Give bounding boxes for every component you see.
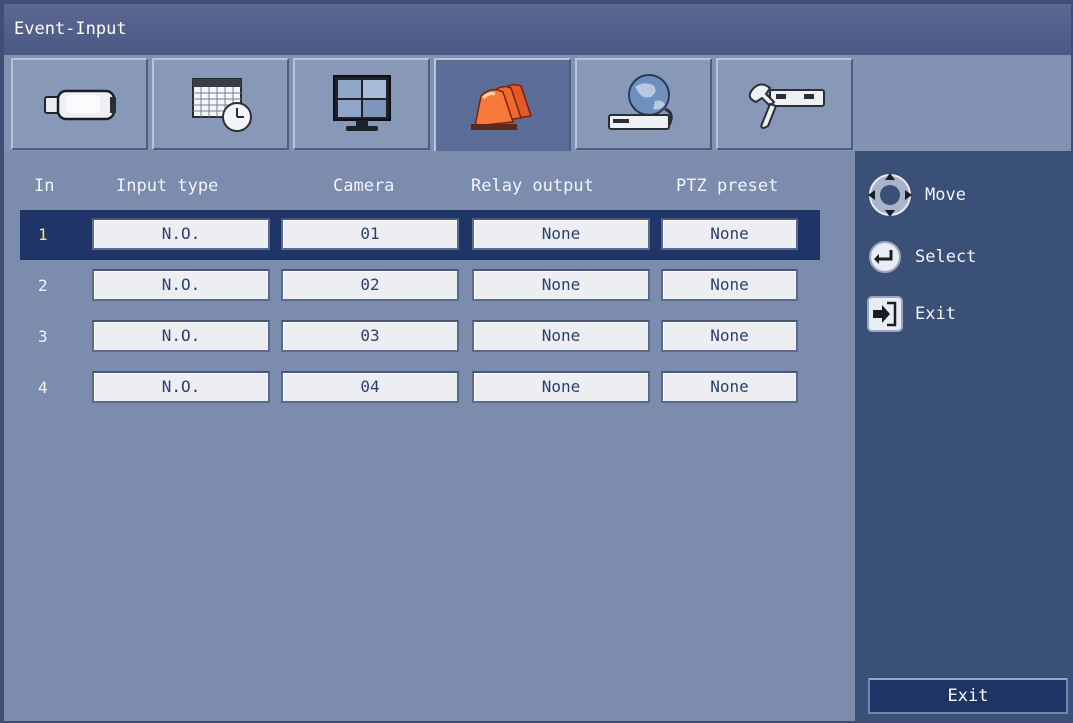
legend-exit-label: Exit xyxy=(915,304,956,324)
table-row[interactable]: 2 N.O. 02 None None xyxy=(20,261,820,311)
column-header-input-type: Input type xyxy=(116,176,219,196)
legend-select: Select xyxy=(865,239,976,275)
relay-output-field[interactable]: None xyxy=(472,218,650,250)
column-header-in: In xyxy=(34,176,55,196)
column-header-relay-output: Relay output xyxy=(471,176,594,196)
input-type-field[interactable]: N.O. xyxy=(92,269,270,301)
input-type-field[interactable]: N.O. xyxy=(92,371,270,403)
tab-alarm[interactable] xyxy=(434,58,571,152)
dpad-icon xyxy=(868,173,912,217)
input-number: 3 xyxy=(38,327,48,346)
column-header-ptz-preset: PTZ preset xyxy=(676,176,779,196)
schedule-icon xyxy=(191,78,252,132)
camera-field[interactable]: 01 xyxy=(281,218,459,250)
tools-icon xyxy=(748,83,825,130)
legend-select-label: Select xyxy=(915,247,977,267)
ptz-preset-field[interactable]: None xyxy=(661,269,798,301)
dialog-window: Event-Input In Input type Camera Relay o… xyxy=(4,4,1071,721)
ptz-preset-field[interactable]: None xyxy=(661,371,798,403)
table-row[interactable]: 3 N.O. 03 None None xyxy=(20,312,820,362)
camera-field[interactable]: 04 xyxy=(281,371,459,403)
input-type-field[interactable]: N.O. xyxy=(92,218,270,250)
column-header-camera: Camera xyxy=(333,176,395,196)
relay-output-field[interactable]: None xyxy=(472,320,650,352)
table-row[interactable]: 4 N.O. 04 None None xyxy=(20,363,820,413)
tab-bar xyxy=(4,55,1071,152)
monitor-icon xyxy=(332,75,391,131)
input-number: 2 xyxy=(38,276,48,295)
input-number: 1 xyxy=(38,225,48,244)
legend-exit: Exit xyxy=(865,296,956,332)
legend-move: Move xyxy=(865,173,966,217)
network-icon xyxy=(607,74,673,130)
relay-output-field[interactable]: None xyxy=(472,269,650,301)
enter-key-icon xyxy=(869,241,901,273)
tab-monitor[interactable] xyxy=(293,58,430,150)
exit-key-icon xyxy=(867,296,903,332)
tab-tools[interactable] xyxy=(716,58,853,150)
key-legend-panel: Move Select Exit Exit xyxy=(855,151,1071,721)
camera-icon xyxy=(43,89,116,121)
table-row[interactable]: 1 N.O. 01 None None xyxy=(20,210,820,260)
exit-button[interactable]: Exit xyxy=(868,678,1068,714)
camera-field[interactable]: 03 xyxy=(281,320,459,352)
tab-schedule[interactable] xyxy=(152,58,289,150)
legend-move-label: Move xyxy=(925,185,966,205)
camera-field[interactable]: 02 xyxy=(281,269,459,301)
ptz-preset-field[interactable]: None xyxy=(661,320,798,352)
input-number: 4 xyxy=(38,378,48,397)
input-type-field[interactable]: N.O. xyxy=(92,320,270,352)
tab-network[interactable] xyxy=(575,58,712,150)
window-title: Event-Input xyxy=(4,4,1071,55)
relay-output-field[interactable]: None xyxy=(472,371,650,403)
alarm-icon xyxy=(470,83,532,130)
tab-camera[interactable] xyxy=(11,58,148,150)
ptz-preset-field[interactable]: None xyxy=(661,218,798,250)
